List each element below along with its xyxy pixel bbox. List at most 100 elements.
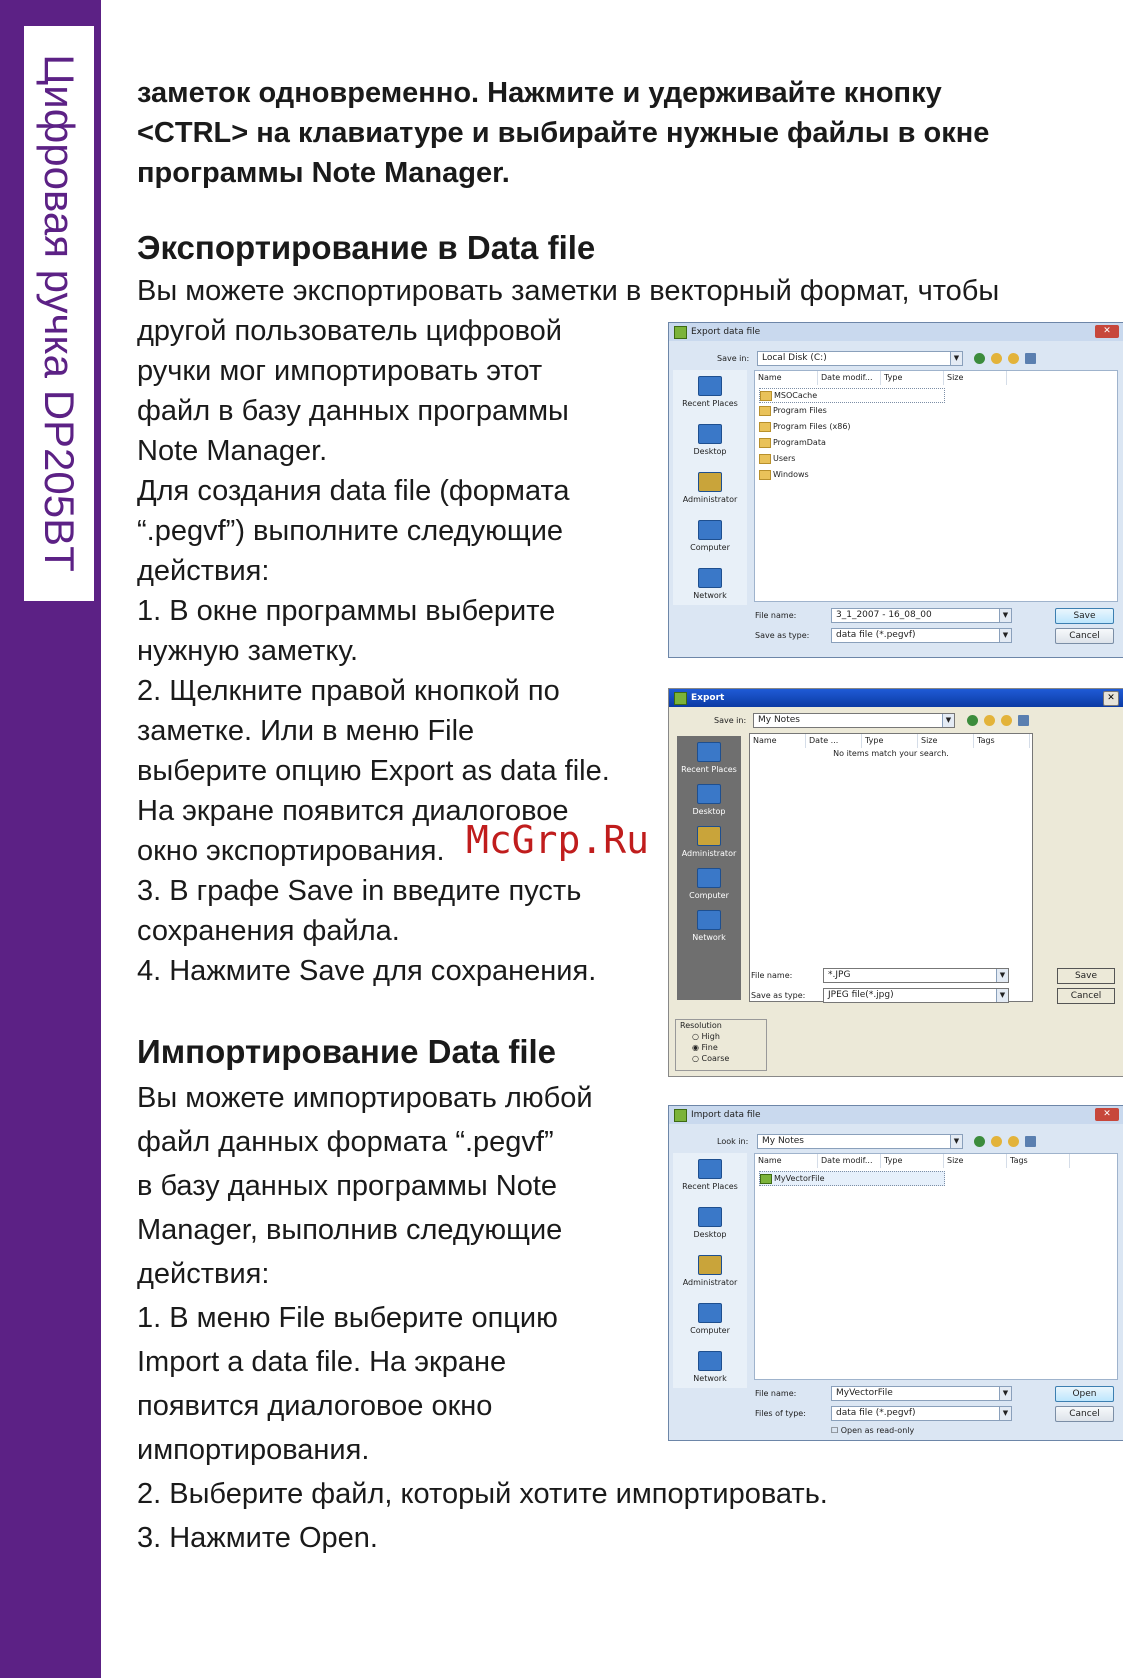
file-icon bbox=[760, 1174, 772, 1184]
radio-coarse[interactable]: ○ Coarse bbox=[692, 1054, 729, 1063]
place-desktop[interactable]: Desktop bbox=[677, 424, 743, 456]
chevron-down-icon: ▼ bbox=[950, 1135, 962, 1148]
column-header[interactable]: Date modif... bbox=[818, 371, 881, 385]
list-item[interactable]: MSOCache bbox=[759, 388, 945, 403]
export-line: “.pegvf”) выполните следующие bbox=[137, 515, 564, 547]
place-computer[interactable]: Computer bbox=[676, 868, 742, 900]
place-label: Computer bbox=[690, 1326, 730, 1335]
up-folder-icon[interactable] bbox=[991, 1136, 1002, 1147]
column-header[interactable]: Type bbox=[881, 1154, 944, 1168]
desktop-icon bbox=[698, 424, 722, 444]
readonly-checkbox[interactable]: ☐ Open as read-only bbox=[831, 1426, 914, 1435]
import-line: 2. Выберите файл, который хотите импорти… bbox=[137, 1478, 828, 1510]
computer-icon bbox=[698, 520, 722, 540]
new-folder-icon[interactable] bbox=[1008, 353, 1019, 364]
list-item[interactable]: MyVectorFile bbox=[759, 1171, 945, 1186]
place-computer[interactable]: Computer bbox=[677, 1303, 743, 1335]
file-type-select[interactable]: data file (*.pegvf) ▼ bbox=[831, 1406, 1012, 1421]
place-administrator[interactable]: Administrator bbox=[677, 1255, 743, 1287]
place-desktop[interactable]: Desktop bbox=[676, 784, 742, 816]
column-header[interactable]: Name bbox=[755, 371, 818, 385]
close-button[interactable]: ✕ bbox=[1095, 325, 1119, 338]
app-icon bbox=[674, 326, 687, 339]
column-header[interactable]: Size bbox=[944, 1154, 1007, 1168]
up-folder-icon[interactable] bbox=[984, 715, 995, 726]
place-administrator[interactable]: Administrator bbox=[676, 826, 742, 858]
cancel-button[interactable]: Cancel bbox=[1055, 1406, 1114, 1422]
place-network[interactable]: Network bbox=[677, 1351, 743, 1383]
place-recent[interactable]: Recent Places bbox=[677, 376, 743, 408]
view-menu-icon[interactable] bbox=[1025, 1136, 1036, 1147]
recent-places-icon bbox=[697, 742, 721, 762]
file-name-value: MyVectorFile bbox=[836, 1388, 893, 1398]
dialog-titlebar: Export ✕ bbox=[669, 689, 1123, 707]
column-header[interactable]: Tags bbox=[1007, 1154, 1070, 1168]
file-name-value: 3_1_2007 - 16_08_00 bbox=[836, 610, 932, 620]
place-network[interactable]: Network bbox=[677, 568, 743, 600]
file-name: MyVectorFile bbox=[774, 1174, 825, 1183]
recent-places-icon bbox=[698, 1159, 722, 1179]
save-in-combo[interactable]: Local Disk (C:) ▼ bbox=[757, 351, 963, 366]
view-menu-icon[interactable] bbox=[1018, 715, 1029, 726]
radio-fine[interactable]: ◉ Fine bbox=[692, 1043, 718, 1052]
place-desktop[interactable]: Desktop bbox=[677, 1207, 743, 1239]
radio-label: Fine bbox=[701, 1043, 718, 1052]
view-menu-icon[interactable] bbox=[1025, 353, 1036, 364]
import-line: появится диалоговое окно bbox=[137, 1390, 493, 1422]
export-dialog: Export ✕ Save in: My Notes ▼ Recent Plac… bbox=[668, 688, 1123, 1077]
new-folder-icon[interactable] bbox=[1001, 715, 1012, 726]
place-network[interactable]: Network bbox=[676, 910, 742, 942]
cancel-button[interactable]: Cancel bbox=[1057, 988, 1115, 1004]
file-name-field[interactable]: *.JPG ▼ bbox=[823, 968, 1009, 983]
column-header[interactable]: Date modif... bbox=[818, 1154, 881, 1168]
computer-icon bbox=[697, 868, 721, 888]
place-label: Computer bbox=[689, 891, 729, 900]
save-in-combo[interactable]: My Notes ▼ bbox=[753, 713, 955, 728]
list-item[interactable]: ProgramData bbox=[759, 436, 826, 449]
app-icon bbox=[674, 1109, 687, 1122]
network-icon bbox=[698, 1351, 722, 1371]
back-icon[interactable] bbox=[974, 1136, 985, 1147]
cancel-button[interactable]: Cancel bbox=[1055, 628, 1114, 644]
place-recent[interactable]: Recent Places bbox=[677, 1159, 743, 1191]
new-folder-icon[interactable] bbox=[1008, 1136, 1019, 1147]
export-line: выберите опцию Export as data file. bbox=[137, 755, 610, 787]
place-label: Computer bbox=[690, 543, 730, 552]
list-item[interactable]: Windows bbox=[759, 468, 809, 481]
column-header[interactable]: Type bbox=[862, 734, 918, 748]
close-button[interactable]: ✕ bbox=[1095, 1108, 1119, 1121]
import-heading: Импортирование Data file bbox=[137, 1033, 557, 1070]
close-button[interactable]: ✕ bbox=[1103, 691, 1119, 706]
list-item[interactable]: Users bbox=[759, 452, 795, 465]
save-type-select[interactable]: JPEG file(*.jpg) ▼ bbox=[823, 988, 1009, 1003]
save-type-select[interactable]: data file (*.pegvf) ▼ bbox=[831, 628, 1012, 643]
up-folder-icon[interactable] bbox=[991, 353, 1002, 364]
look-in-combo[interactable]: My Notes ▼ bbox=[757, 1134, 963, 1149]
place-recent[interactable]: Recent Places bbox=[676, 742, 742, 774]
column-header[interactable]: Type bbox=[881, 371, 944, 385]
export-line: файл в базу данных программы bbox=[137, 395, 569, 427]
place-administrator[interactable]: Administrator bbox=[677, 472, 743, 504]
radio-high[interactable]: ○ High bbox=[692, 1032, 720, 1041]
place-computer[interactable]: Computer bbox=[677, 520, 743, 552]
file-name: ProgramData bbox=[773, 438, 826, 447]
column-header[interactable]: Date ... bbox=[806, 734, 862, 748]
export-line: 3. В графе Save in введите пусть bbox=[137, 875, 582, 907]
open-button[interactable]: Open bbox=[1055, 1386, 1114, 1402]
back-icon[interactable] bbox=[974, 353, 985, 364]
file-name-field[interactable]: MyVectorFile ▼ bbox=[831, 1386, 1012, 1401]
column-header[interactable]: Tags bbox=[974, 734, 1030, 748]
file-name-field[interactable]: 3_1_2007 - 16_08_00 ▼ bbox=[831, 608, 1012, 623]
column-header[interactable]: Name bbox=[750, 734, 806, 748]
save-button[interactable]: Save bbox=[1057, 968, 1115, 984]
folder-icon bbox=[759, 406, 771, 416]
column-header[interactable]: Name bbox=[755, 1154, 818, 1168]
file-type-value: data file (*.pegvf) bbox=[836, 1408, 916, 1418]
back-icon[interactable] bbox=[967, 715, 978, 726]
list-item[interactable]: Program Files bbox=[759, 404, 827, 417]
save-button[interactable]: Save bbox=[1055, 608, 1114, 624]
import-data-file-dialog: Import data file ✕ Look in: My Notes ▼ R… bbox=[668, 1105, 1123, 1441]
list-item[interactable]: Program Files (x86) bbox=[759, 420, 851, 433]
column-header[interactable]: Size bbox=[944, 371, 1007, 385]
column-header[interactable]: Size bbox=[918, 734, 974, 748]
